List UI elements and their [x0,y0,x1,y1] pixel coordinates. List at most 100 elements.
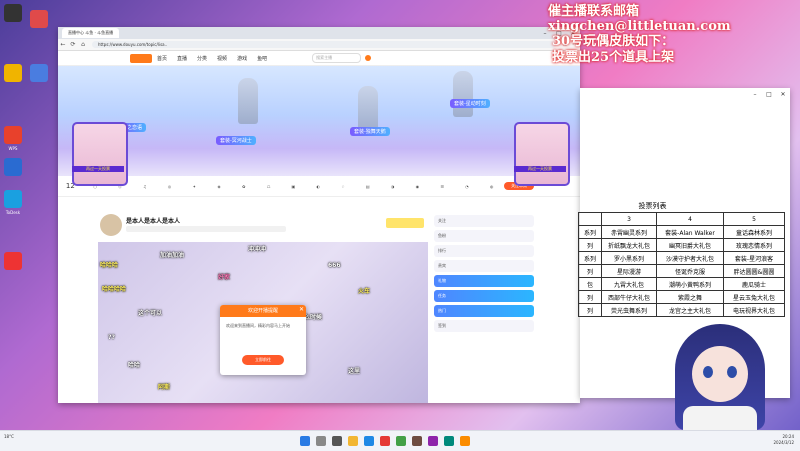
contact-banner: 催主播联系邮箱xingchen@littletuan.com [548,4,731,34]
side-item[interactable]: 鱼粉 [434,230,534,242]
search-input[interactable]: 搜索主播 [312,53,362,63]
table-row: 系列 赤霄幽灵系列 套装-Alan Walker 童话森林系列 [578,225,785,239]
app-icon[interactable] [460,436,470,446]
chibi-avatar-right [514,122,570,186]
maximize-icon[interactable]: □ [762,91,776,98]
table-cell: 系列 [578,225,602,239]
category-item[interactable]: ♫ [132,184,157,189]
notice-line-2: 投票出25个道具上架 [552,50,675,65]
weather-widget[interactable]: 18°C [4,434,14,439]
popup-button[interactable]: 立即前往 [242,355,284,365]
category-item[interactable]: ◑ [380,184,405,189]
side-item[interactable]: 签到 [434,320,534,332]
table-cell: 系列 [578,251,602,265]
notice-popup: 欢迎开播提醒 ✕ 欢迎来到直播间，精彩内容马上开始 立即前往 [220,305,306,375]
category-item[interactable]: ◐ [306,184,331,189]
browser-tab[interactable]: 直播中心 斗鱼 · 斗鱼直播 [62,28,120,38]
nav-item[interactable]: 游戏 [237,55,247,62]
app-icon[interactable] [412,436,422,446]
app-icon[interactable] [428,436,438,446]
table-cell: 玫瑰恋情系列 [723,238,785,252]
skin-figure [238,78,258,124]
table-row: 系列 罗小黑系列 沙漠守护者大礼包 套装-星河浪客 [578,251,785,265]
refresh-icon[interactable]: ⟳ [68,41,78,48]
nav-item[interactable]: 鱼吧 [257,55,267,62]
app-icon[interactable] [396,436,406,446]
table-cell: 沙漠守护者大礼包 [656,251,724,265]
home-icon[interactable]: ⌂ [78,41,88,48]
skin-label[interactable]: 套装-独舞天鹅 [350,127,390,136]
desktop-icon[interactable] [30,10,48,28]
nav-item[interactable]: 视频 [217,55,227,62]
table-header-cell: 5 [723,212,785,226]
start-icon[interactable] [300,436,310,446]
category-item[interactable]: ☰ [430,184,455,189]
desktop-icon-label: WPS [8,146,18,151]
category-item[interactable]: ◍ [479,184,504,189]
follow-button[interactable] [386,218,424,228]
desktop-icon[interactable] [4,64,22,82]
stream-tags [126,226,286,232]
minimize-icon[interactable]: – [748,91,762,98]
danmaku: 阿斯 [158,384,171,391]
side-item[interactable]: 任务 [434,290,534,302]
nav-item[interactable]: 首页 [157,55,167,62]
table-cell: 九霄大礼包 [601,277,657,291]
nav-item[interactable]: 直播 [177,55,187,62]
side-item[interactable]: 关注 [434,215,534,227]
desktop-icon[interactable] [4,4,22,22]
category-item[interactable]: ▤ [355,184,380,189]
table-cell: 鹿瓜骑士 [723,277,785,291]
promo-banner: 天之恋语 套装-冥河战士 套装-独舞天鹅 套装-星动时刻 再过一天投票 再过一天… [58,66,580,186]
skin-label[interactable]: 套装-星动时刻 [450,99,490,108]
site-logo[interactable] [130,53,152,63]
category-item[interactable]: ✦ [182,184,207,189]
table-cell: 潮萌小黄鸭系列 [656,277,724,291]
search-icon[interactable] [316,436,326,446]
clock[interactable]: 20:24 2024/3/12 [773,434,794,446]
category-item[interactable]: ✿ [231,184,256,189]
desktop-icon[interactable] [4,252,22,270]
side-item[interactable]: 热门 [434,305,534,317]
streamer-avatar[interactable] [100,214,122,236]
side-item[interactable]: 贵宾 [434,260,534,272]
skin-figure [358,86,378,132]
table-cell: 列 [578,264,602,278]
tab-bar: 直播中心 斗鱼 · 斗鱼直播 – □ ✕ [58,27,580,39]
vtuber-avatar [665,318,775,430]
url-input[interactable]: https://www.douyu.com/topic/lisa.. [92,41,556,48]
close-icon[interactable]: ✕ [776,91,790,98]
app-icon[interactable] [380,436,390,446]
table-cell: 列 [578,290,602,304]
category-item[interactable]: ◉ [405,184,430,189]
taskview-icon[interactable] [332,436,342,446]
desktop-icon[interactable] [30,64,48,82]
category-item[interactable]: ◔ [455,184,480,189]
streamer-name: 是本人是本人是本人 [126,218,181,225]
wps-icon[interactable] [4,126,22,144]
category-item[interactable]: ◎ [157,184,182,189]
app-icon[interactable] [444,436,454,446]
danmaku: 哈哈 [128,362,141,369]
category-item[interactable]: ♢ [331,184,356,189]
table-cell: 罗小黑系列 [601,251,657,265]
table-row: 列 折纸飘龙大礼包 幽冥旧爵大礼包 玫瑰恋情系列 [578,238,785,252]
table-cell: 电玩视界大礼包 [723,303,785,317]
category-item[interactable]: ☖ [256,184,281,189]
folder-icon[interactable] [348,436,358,446]
desktop-icon[interactable] [4,158,22,176]
nav-item[interactable]: 分类 [197,55,207,62]
todesk-icon[interactable] [4,190,22,208]
back-icon[interactable]: ← [58,41,68,48]
close-icon[interactable]: ✕ [299,306,304,313]
browser-icon[interactable] [364,436,374,446]
popup-body: 欢迎来到直播间，精彩内容马上开始 [226,323,290,328]
category-item[interactable]: ▣ [281,184,306,189]
side-item[interactable]: 礼物 [434,275,534,287]
skin-label[interactable]: 套装-冥河战士 [216,136,256,145]
table-cell: 紫霞之舞 [656,290,724,304]
search-icon[interactable] [365,55,372,61]
side-item[interactable]: 排行 [434,245,534,257]
category-item[interactable]: ◈ [207,184,232,189]
table-header-cell [578,212,602,226]
